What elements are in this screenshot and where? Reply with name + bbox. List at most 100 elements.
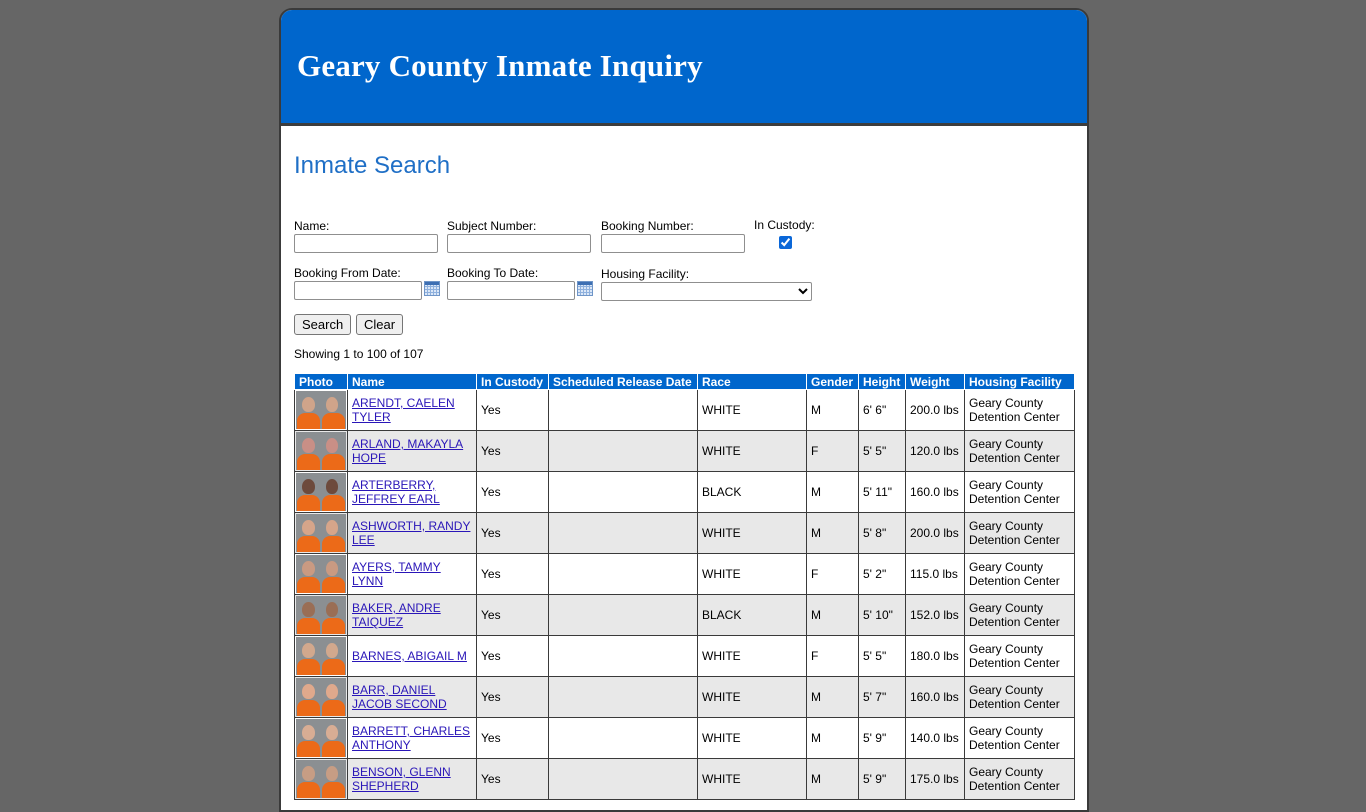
weight-cell: 160.0 lbs	[905, 676, 965, 718]
mugshot-front-view	[296, 637, 321, 675]
weight-cell: 200.0 lbs	[905, 512, 965, 554]
mugshot-front-view	[296, 514, 321, 552]
photo-cell	[294, 717, 348, 759]
mugshot-front-view	[296, 678, 321, 716]
race-cell: WHITE	[697, 389, 807, 431]
mugshot-thumbnail[interactable]	[296, 432, 346, 470]
inmate-name-link[interactable]: BARR, DANIEL JACOB SECOND	[352, 683, 447, 711]
gender-cell: F	[806, 430, 859, 472]
calendar-icon[interactable]	[577, 281, 593, 296]
column-header-name: Name	[347, 373, 477, 390]
name-cell: ARENDT, CAELEN TYLER	[347, 389, 477, 431]
table-row: BENSON, GLENN SHEPHERD Yes WHITE M 5' 9" 175.…	[294, 758, 1075, 800]
mugshot-thumbnail[interactable]	[296, 719, 346, 757]
table-row: BAKER, ANDRE TAIQUEZ Yes BLACK M 5' 10" 152.0…	[294, 594, 1075, 636]
inmate-name-link[interactable]: ARLAND, MAKAYLA HOPE	[352, 437, 463, 465]
table-row: ARENDT, CAELEN TYLER Yes WHITE M 6' 6" 200.0 …	[294, 389, 1075, 431]
weight-cell: 160.0 lbs	[905, 471, 965, 513]
gender-cell: M	[806, 471, 859, 513]
housing-facility-cell: Geary County Detention Center	[964, 594, 1075, 636]
inmate-name-link[interactable]: BARNES, ABIGAIL M	[352, 649, 467, 663]
mugshot-front-view	[296, 719, 321, 757]
column-header-weight: Weight	[905, 373, 965, 390]
in-custody-cell: Yes	[476, 430, 549, 472]
booking-from-label: Booking From Date:	[294, 266, 401, 280]
site-title: Geary County Inmate Inquiry	[297, 48, 703, 83]
subject-number-field-group: Subject Number:	[447, 219, 591, 253]
release-date-cell	[548, 430, 698, 472]
inmate-name-link[interactable]: ARTERBERRY, JEFFREY EARL	[352, 478, 440, 506]
name-cell: BARR, DANIEL JACOB SECOND	[347, 676, 477, 718]
mugshot-thumbnail[interactable]	[296, 637, 346, 675]
race-cell: WHITE	[697, 430, 807, 472]
inmate-name-link[interactable]: BENSON, GLENN SHEPHERD	[352, 765, 451, 793]
mugshot-thumbnail[interactable]	[296, 514, 346, 552]
column-header-race: Race	[697, 373, 807, 390]
booking-to-label: Booking To Date:	[447, 266, 539, 280]
mugshot-thumbnail[interactable]	[296, 678, 346, 716]
in-custody-cell: Yes	[476, 717, 549, 759]
housing-facility-cell: Geary County Detention Center	[964, 430, 1075, 472]
height-cell: 5' 9"	[858, 758, 906, 800]
in-custody-checkbox[interactable]	[779, 236, 792, 249]
table-row: ASHWORTH, RANDY LEE Yes WHITE M 5' 8" 200.0 l…	[294, 512, 1075, 554]
release-date-cell	[548, 389, 698, 431]
height-cell: 5' 7"	[858, 676, 906, 718]
mugshot-thumbnail[interactable]	[296, 596, 346, 634]
calendar-icon[interactable]	[424, 281, 440, 296]
weight-cell: 115.0 lbs	[905, 553, 965, 595]
housing-facility-field-group: Housing Facility:	[601, 267, 812, 301]
name-cell: ARTERBERRY, JEFFREY EARL	[347, 471, 477, 513]
weight-cell: 120.0 lbs	[905, 430, 965, 472]
booking-from-field-group: Booking From Date:	[294, 266, 440, 300]
booking-from-input[interactable]	[294, 281, 422, 300]
name-field-group: Name:	[294, 219, 438, 253]
gender-cell: M	[806, 676, 859, 718]
height-cell: 5' 2"	[858, 553, 906, 595]
mugshot-thumbnail[interactable]	[296, 391, 346, 429]
weight-cell: 180.0 lbs	[905, 635, 965, 677]
height-cell: 5' 8"	[858, 512, 906, 554]
clear-button[interactable]: Clear	[356, 314, 404, 335]
gender-cell: F	[806, 553, 859, 595]
photo-cell	[294, 389, 348, 431]
mugshot-thumbnail[interactable]	[296, 555, 346, 593]
inmate-name-link[interactable]: AYERS, TAMMY LYNN	[352, 560, 441, 588]
results-count: Showing 1 to 100 of 107	[294, 347, 424, 361]
release-date-cell	[548, 758, 698, 800]
booking-number-label: Booking Number:	[601, 219, 694, 233]
in-custody-cell: Yes	[476, 389, 549, 431]
table-row: BARR, DANIEL JACOB SECOND Yes WHITE M 5' 7" 1…	[294, 676, 1075, 718]
name-label: Name:	[294, 219, 330, 233]
name-cell: BENSON, GLENN SHEPHERD	[347, 758, 477, 800]
inmate-name-link[interactable]: ARENDT, CAELEN TYLER	[352, 396, 455, 424]
height-cell: 5' 10"	[858, 594, 906, 636]
mugshot-side-view	[321, 432, 346, 470]
inmate-name-link[interactable]: BARRETT, CHARLES ANTHONY	[352, 724, 470, 752]
name-input[interactable]	[294, 234, 438, 253]
mugshot-side-view	[321, 391, 346, 429]
in-custody-field-group: In Custody:	[754, 218, 815, 252]
photo-cell	[294, 471, 348, 513]
gender-cell: M	[806, 758, 859, 800]
booking-number-input[interactable]	[601, 234, 745, 253]
mugshot-front-view	[296, 432, 321, 470]
inmate-name-link[interactable]: BAKER, ANDRE TAIQUEZ	[352, 601, 441, 629]
weight-cell: 140.0 lbs	[905, 717, 965, 759]
subject-number-input[interactable]	[447, 234, 591, 253]
mugshot-thumbnail[interactable]	[296, 760, 346, 798]
column-header-housing-facility: Housing Facility	[964, 373, 1075, 390]
booking-to-input[interactable]	[447, 281, 575, 300]
column-header-gender: Gender	[806, 373, 859, 390]
mugshot-side-view	[321, 760, 346, 798]
race-cell: WHITE	[697, 758, 807, 800]
table-row: ARTERBERRY, JEFFREY EARL Yes BLACK M 5' 11" 1…	[294, 471, 1075, 513]
gender-cell: M	[806, 512, 859, 554]
housing-facility-select[interactable]	[601, 282, 812, 301]
race-cell: WHITE	[697, 553, 807, 595]
inmate-name-link[interactable]: ASHWORTH, RANDY LEE	[352, 519, 470, 547]
column-header-photo: Photo	[294, 373, 348, 390]
name-cell: BARNES, ABIGAIL M	[347, 635, 477, 677]
search-button[interactable]: Search	[294, 314, 352, 335]
mugshot-thumbnail[interactable]	[296, 473, 346, 511]
